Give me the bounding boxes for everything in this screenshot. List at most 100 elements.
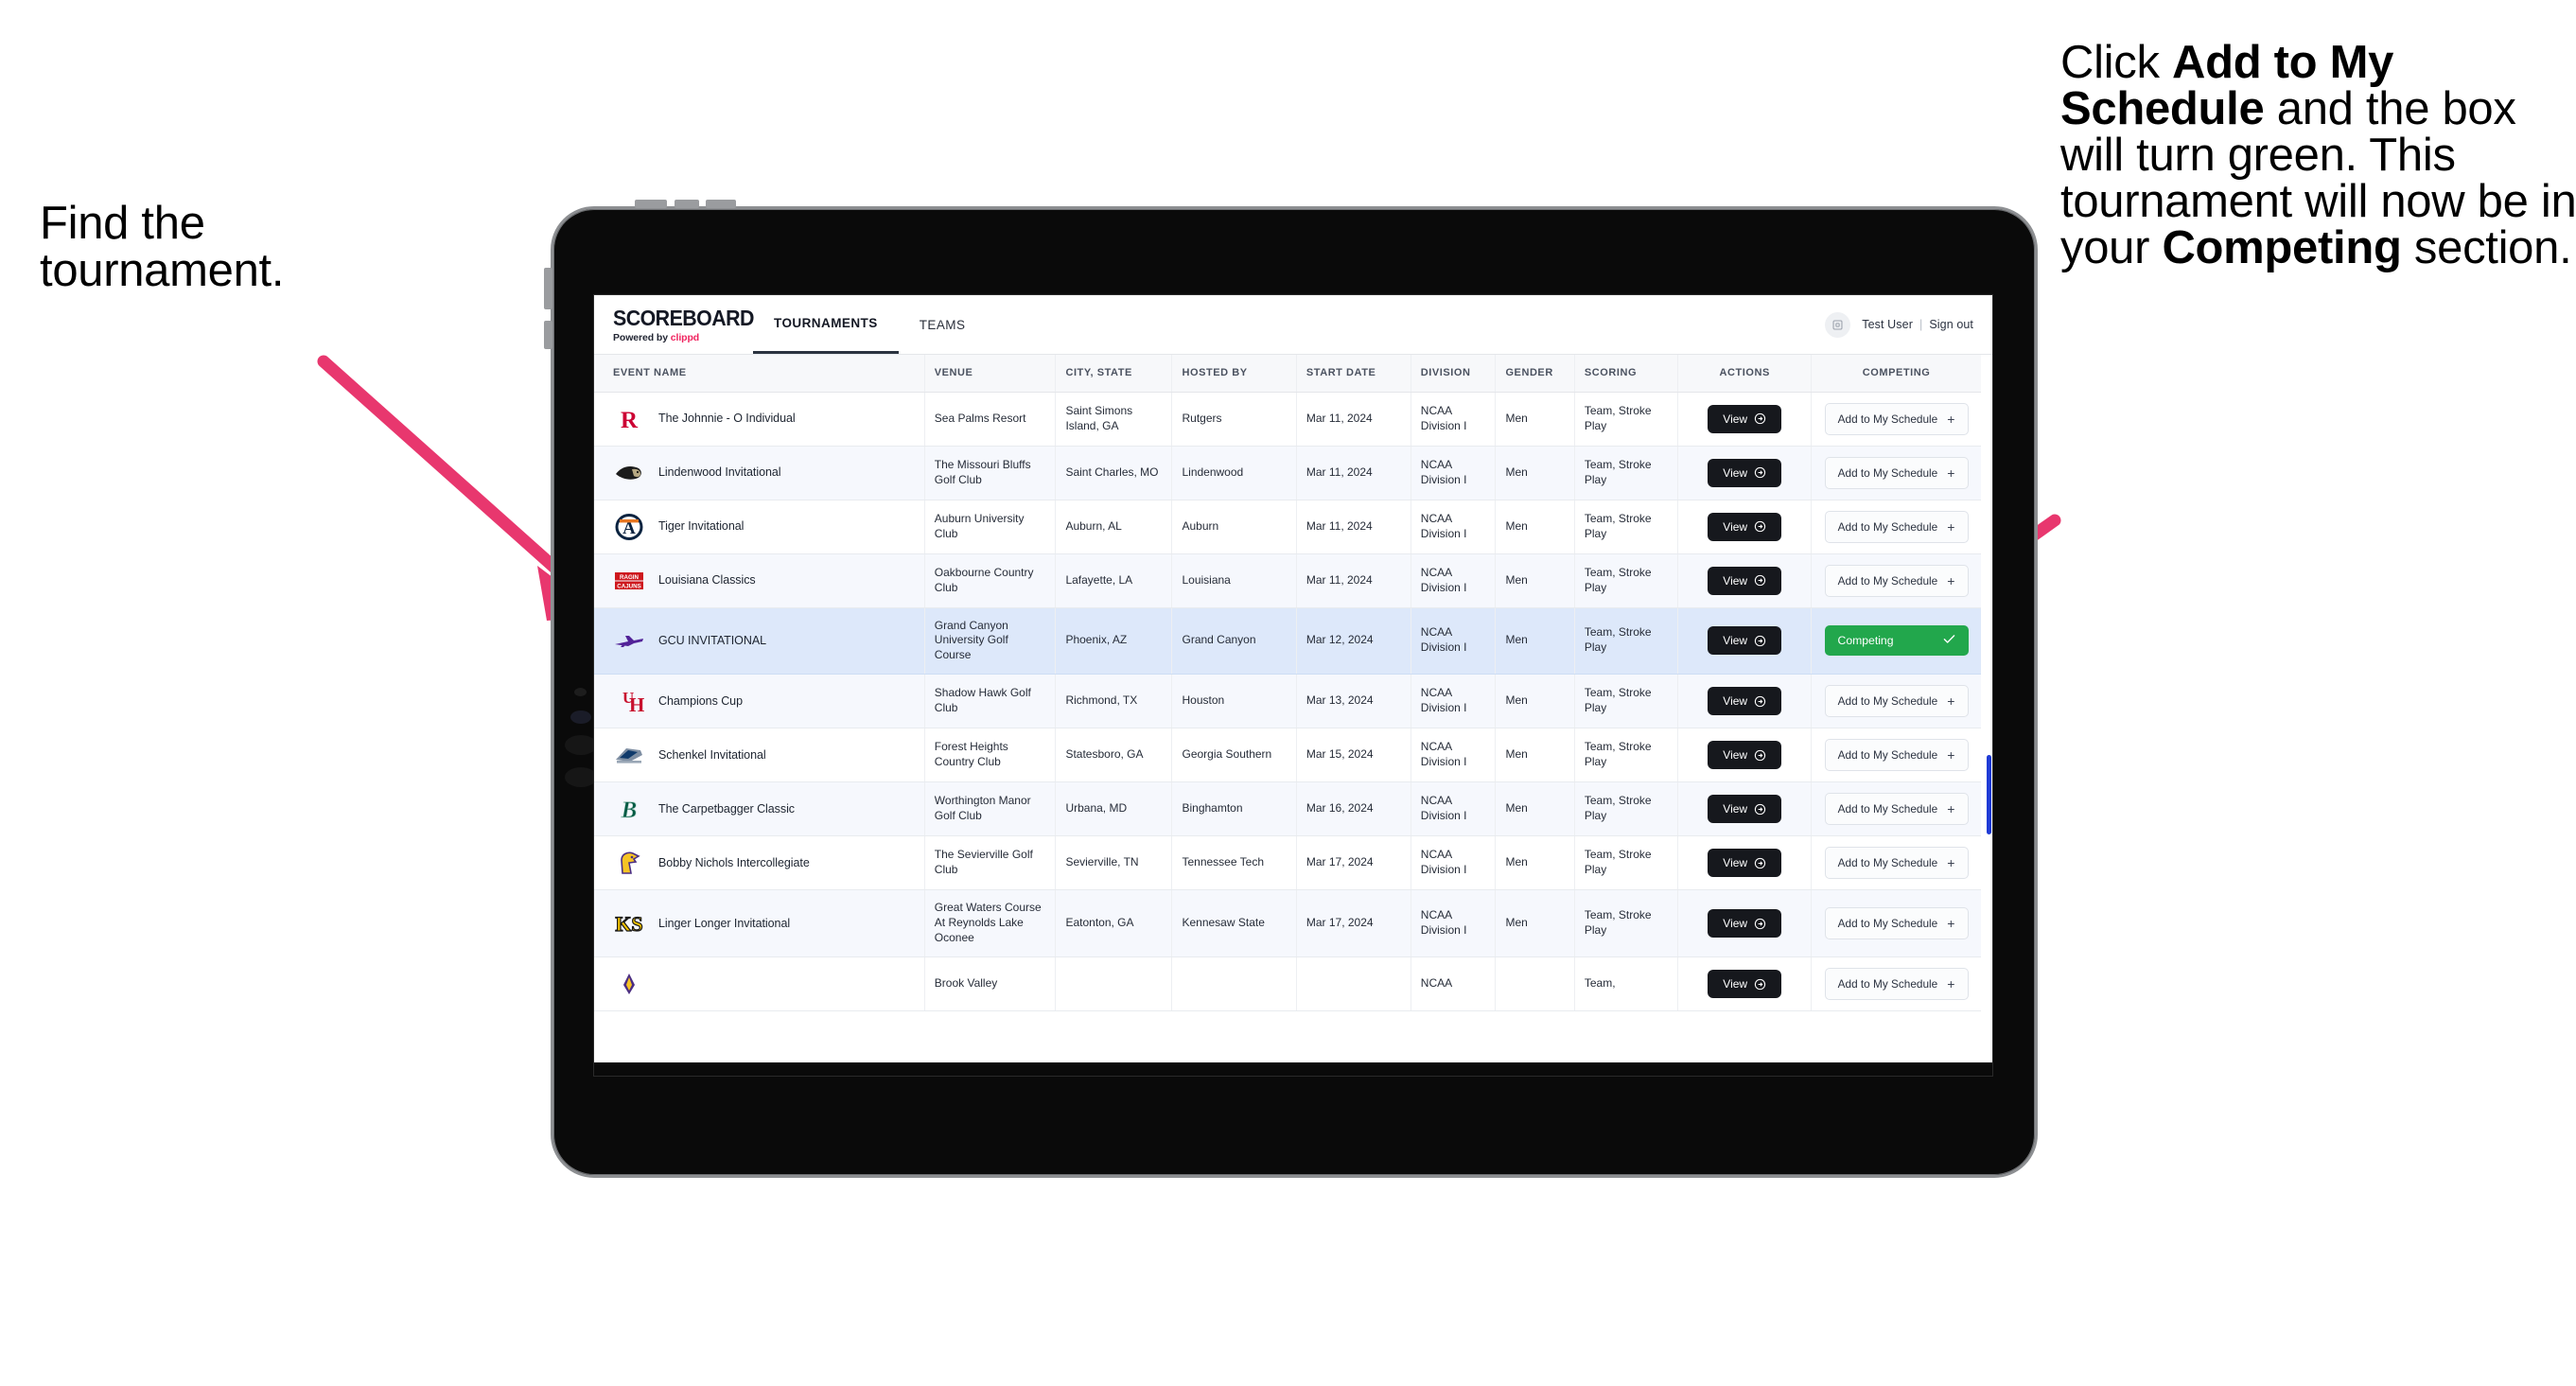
cell-city-state: Richmond, TX xyxy=(1055,674,1173,729)
table-row[interactable]: R The Johnnie - O Individual Sea Palms Res… xyxy=(594,392,1981,447)
view-button[interactable]: View xyxy=(1708,626,1782,656)
table-row[interactable]: B The Carpetbagger Classic Worthington Man… xyxy=(594,781,1981,837)
view-button[interactable]: View xyxy=(1708,566,1782,595)
cell-venue: Oakbourne Country Club xyxy=(924,553,1057,608)
tournaments-table-container[interactable]: EVENT NAME VENUE CITY, STATE HOSTED BY S… xyxy=(594,355,1992,1076)
col-division[interactable]: DIVISION xyxy=(1411,355,1497,393)
cell-venue: Sea Palms Resort xyxy=(924,392,1057,447)
add-to-my-schedule-button[interactable]: Add to My Schedule + xyxy=(1824,968,1969,1001)
add-to-my-schedule-button[interactable]: Add to My Schedule + xyxy=(1824,793,1969,826)
cell-competing: Add to My Schedule + xyxy=(1811,500,1981,554)
add-to-my-schedule-button[interactable]: Add to My Schedule + xyxy=(1824,907,1969,940)
view-button-label: View xyxy=(1723,412,1748,426)
powered-brand: clippd xyxy=(670,332,700,343)
add-to-my-schedule-button[interactable]: Add to My Schedule + xyxy=(1824,739,1969,772)
tablet-device-frame: SCOREBOARD Powered by clippd TOURNAMENTS… xyxy=(544,200,2038,1178)
cell-start-date: Mar 13, 2024 xyxy=(1296,674,1411,729)
rutgers-logo: R xyxy=(613,405,645,433)
table-row[interactable]: Brook Valley NCAA Team, View Add to My Sched… xyxy=(594,956,1981,1012)
add-button-label: Add to My Schedule xyxy=(1837,465,1938,480)
cell-venue: Brook Valley xyxy=(924,956,1057,1012)
view-button[interactable]: View xyxy=(1708,849,1782,878)
cell-scoring: Team, Stroke Play xyxy=(1574,889,1679,958)
user-avatar-icon[interactable] xyxy=(1825,311,1851,338)
col-event-name[interactable]: EVENT NAME xyxy=(594,355,925,393)
cell-division: NCAA Division I xyxy=(1411,728,1497,783)
cell-venue: Forest Heights Country Club xyxy=(924,728,1057,783)
device-button-top-1[interactable] xyxy=(635,200,667,208)
cell-event-name xyxy=(594,956,925,1012)
table-row[interactable]: U H Champions Cup Shadow Hawk Golf Club Rich… xyxy=(594,674,1981,729)
cell-event-name: RAGIN CAJUNS Louisiana Classics xyxy=(594,553,925,608)
device-button-top-2[interactable] xyxy=(675,200,699,208)
user-separator: | xyxy=(1919,318,1923,331)
table-row[interactable]: Bobby Nichols Intercollegiate The Sevierv… xyxy=(594,835,1981,891)
device-button-volume-up[interactable] xyxy=(544,268,552,309)
cell-gender: Men xyxy=(1495,889,1575,958)
vertical-scrollbar[interactable] xyxy=(1986,414,1992,1076)
screen-bottom-edge xyxy=(594,1062,1992,1076)
louisiana-logo: RAGIN CAJUNS xyxy=(613,567,645,595)
view-button-label: View xyxy=(1723,856,1748,870)
table-row[interactable]: Schenkel Invitational Forest Heights Coun… xyxy=(594,728,1981,783)
cell-hosted-by xyxy=(1171,956,1297,1012)
col-city-state[interactable]: CITY, STATE xyxy=(1055,355,1173,393)
cell-venue: Great Waters Course At Reynolds Lake Oco… xyxy=(924,889,1057,958)
competing-status-button[interactable]: Competing xyxy=(1824,625,1969,657)
view-button[interactable]: View xyxy=(1708,404,1782,433)
tab-tournaments[interactable]: TOURNAMENTS xyxy=(753,295,899,354)
arrow-right-circle-icon xyxy=(1754,803,1766,816)
device-button-top-3[interactable] xyxy=(706,200,736,208)
cell-scoring: Team, Stroke Play xyxy=(1574,728,1679,783)
view-button-label: View xyxy=(1723,465,1748,480)
view-button[interactable]: View xyxy=(1708,687,1782,716)
col-scoring[interactable]: SCORING xyxy=(1574,355,1679,393)
view-button[interactable]: View xyxy=(1708,458,1782,487)
add-to-my-schedule-button[interactable]: Add to My Schedule + xyxy=(1824,402,1969,435)
table-row[interactable]: A Tiger Invitational Auburn University Clu… xyxy=(594,500,1981,554)
add-to-my-schedule-button[interactable]: Add to My Schedule + xyxy=(1824,847,1969,880)
cell-start-date: Mar 11, 2024 xyxy=(1296,446,1411,500)
table-row[interactable]: Lindenwood Invitational The Missouri Bluf… xyxy=(594,446,1981,500)
event-name-text: The Johnnie - O Individual xyxy=(658,412,796,426)
view-button[interactable]: View xyxy=(1708,512,1782,541)
cell-hosted-by: Louisiana xyxy=(1171,553,1297,608)
add-to-my-schedule-button[interactable]: Add to My Schedule + xyxy=(1824,685,1969,718)
col-start-date[interactable]: START DATE xyxy=(1296,355,1411,393)
cell-city-state: Auburn, AL xyxy=(1055,500,1173,554)
auburn-logo: A xyxy=(613,513,645,541)
kennesaw-state-logo: KS xyxy=(613,909,645,938)
cell-gender: Men xyxy=(1495,781,1575,837)
view-button[interactable]: View xyxy=(1708,795,1782,824)
app-logo[interactable]: SCOREBOARD Powered by clippd xyxy=(594,295,754,354)
cell-actions: View xyxy=(1677,674,1813,729)
sign-out-link[interactable]: Sign out xyxy=(1929,318,1973,331)
annotation-text: Click xyxy=(2060,37,2172,88)
annotation-right: Click Add to My Schedule and the box wil… xyxy=(2060,40,2576,272)
event-name-text: The Carpetbagger Classic xyxy=(658,802,796,816)
view-button[interactable]: View xyxy=(1708,741,1782,770)
tab-teams[interactable]: TEAMS xyxy=(899,295,987,354)
table-row[interactable]: RAGIN CAJUNS Louisiana Classics Oakbourne C… xyxy=(594,553,1981,608)
cell-event-name: GCU INVITATIONAL xyxy=(594,607,925,675)
add-to-my-schedule-button[interactable]: Add to My Schedule + xyxy=(1824,456,1969,489)
col-hosted-by[interactable]: HOSTED BY xyxy=(1171,355,1297,393)
add-to-my-schedule-button[interactable]: Add to My Schedule + xyxy=(1824,510,1969,543)
cell-hosted-by: Houston xyxy=(1171,674,1297,729)
view-button[interactable]: View xyxy=(1708,909,1782,939)
add-to-my-schedule-button[interactable]: Add to My Schedule + xyxy=(1824,564,1969,597)
col-gender[interactable]: GENDER xyxy=(1495,355,1575,393)
view-button[interactable]: View xyxy=(1708,970,1782,999)
add-button-label: Add to My Schedule xyxy=(1837,856,1938,870)
cell-hosted-by: Auburn xyxy=(1171,500,1297,554)
cell-venue: The Sevierville Golf Club xyxy=(924,835,1057,891)
scrollbar-thumb[interactable] xyxy=(1987,755,1991,834)
app-top-bar: SCOREBOARD Powered by clippd TOURNAMENTS… xyxy=(594,295,1992,355)
cell-hosted-by: Tennessee Tech xyxy=(1171,835,1297,891)
cell-event-name: KS Linger Longer Invitational xyxy=(594,889,925,958)
device-button-volume-down[interactable] xyxy=(544,321,552,349)
table-row[interactable]: KS Linger Longer Invitational Great Waters… xyxy=(594,889,1981,958)
add-button-label: Add to My Schedule xyxy=(1837,917,1938,931)
table-row[interactable]: GCU INVITATIONAL Grand Canyon University … xyxy=(594,607,1981,675)
col-venue[interactable]: VENUE xyxy=(924,355,1057,393)
